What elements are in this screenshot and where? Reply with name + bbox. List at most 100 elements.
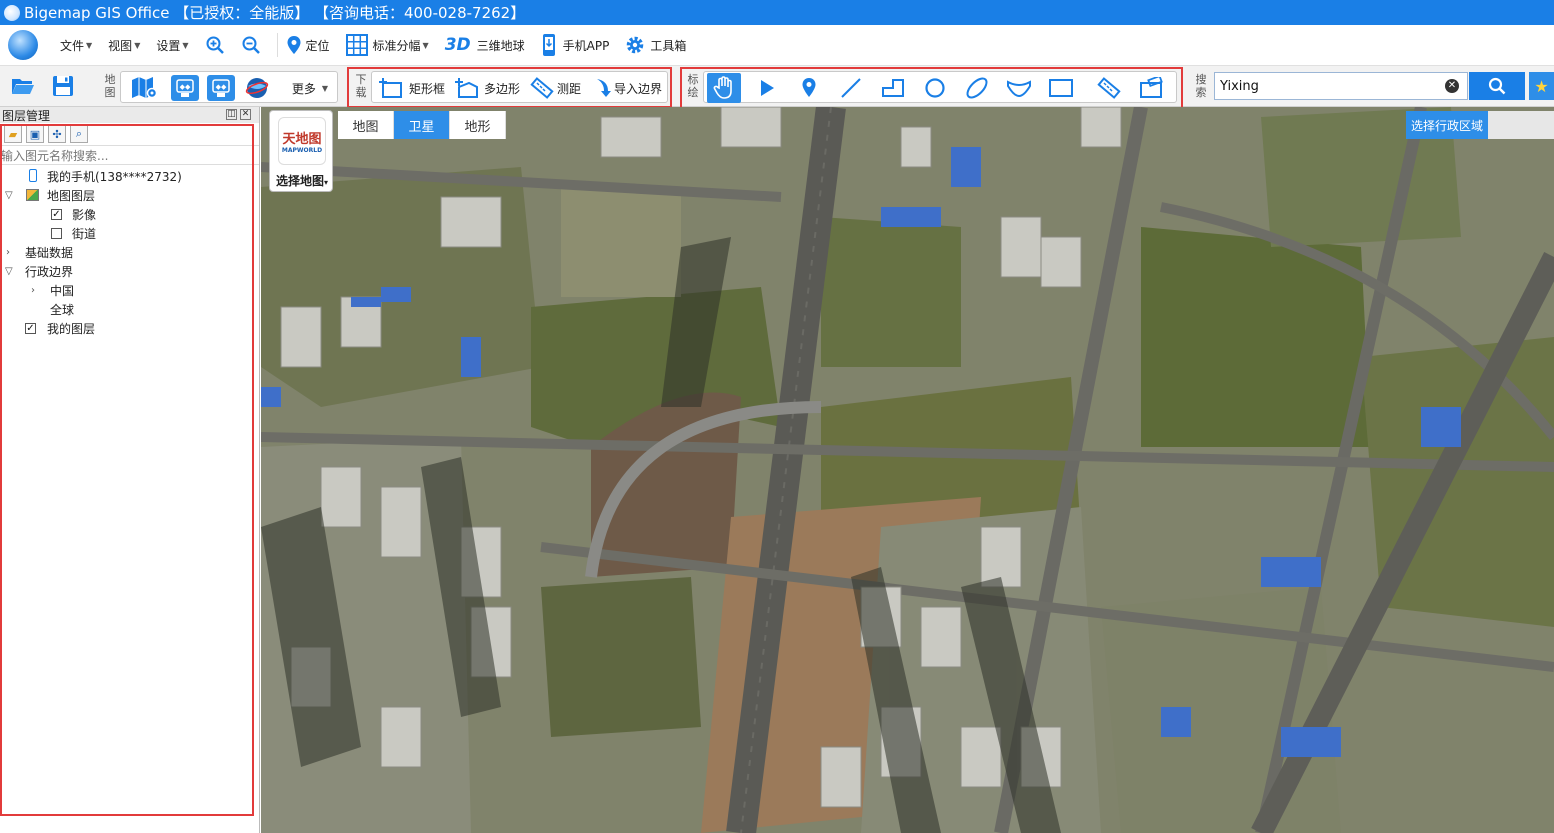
menu-bar: 文件 ▼ 视图 ▼ 设置 ▼ 定位 标准分幅 ▼ 3D 三维地球 手机APP 工具箱 (0, 25, 1554, 65)
measure-tool[interactable] (1092, 73, 1126, 103)
map-select-button[interactable] (129, 75, 159, 101)
select-region-button[interactable]: 选择行政区域 (1406, 111, 1488, 139)
locate-button[interactable]: 定位 (286, 35, 330, 55)
more-dropdown[interactable]: 更多 ▼ (285, 75, 335, 101)
chevron-down-icon[interactable]: ▽ (5, 266, 13, 277)
rect-download-button[interactable]: 矩形框 (378, 75, 445, 101)
search-icon (1488, 77, 1506, 95)
line-tool[interactable] (834, 73, 868, 103)
float-panel-icon[interactable]: ◫ (226, 109, 237, 120)
map-canvas[interactable] (261, 107, 1554, 833)
svg-text:◆◆: ◆◆ (216, 83, 227, 91)
gear-icon (627, 36, 644, 54)
globe-button[interactable] (243, 75, 271, 101)
location-pin-icon (287, 36, 301, 54)
tree-item-china[interactable]: › 中国 (0, 281, 259, 300)
pan-hand-tool[interactable] (707, 73, 741, 103)
chevron-down-icon[interactable]: ▽ (5, 190, 13, 201)
checkbox-checked[interactable]: ✓ (25, 323, 36, 334)
zoom-in-button[interactable] (205, 35, 225, 55)
save-button[interactable] (50, 74, 76, 98)
standard-grid-menu[interactable]: 标准分幅 ▼ (345, 34, 429, 56)
star-icon: ★ (1534, 76, 1549, 96)
polyline-icon (882, 79, 904, 97)
ellipse-icon (966, 77, 988, 99)
caret-down-icon: ▼ (422, 40, 429, 50)
checkbox-unchecked[interactable] (51, 228, 62, 239)
search-button[interactable] (1469, 72, 1525, 100)
import-boundary-button[interactable]: 导入边界 (594, 75, 662, 101)
tree-item-global[interactable]: 全球 (0, 300, 259, 319)
search-group-label: 搜索 (1195, 73, 1207, 99)
layer-panel: 图层管理 ◫ ✕ ▰ ▣ ✣ ⌕ 输入图元名称搜索... 我的手机(138***… (0, 107, 260, 833)
pointer-icon (761, 80, 774, 96)
tab-satellite[interactable]: 卫星 (394, 111, 450, 139)
window-title: Bigemap GIS Office 【已授权：全能版】 【咨询电话：400-0… (24, 4, 526, 22)
menu-file[interactable]: 文件 ▼ (60, 37, 92, 54)
area-measure-tool[interactable] (1134, 73, 1168, 103)
phone-icon (29, 169, 37, 182)
map-tools-group: ◆◆ ◆◆ 更多 ▼ (120, 71, 338, 103)
ruler-icon (1097, 77, 1121, 99)
tree-item-streets[interactable]: 街道 (0, 224, 259, 243)
zoom-out-button[interactable] (241, 35, 261, 55)
ruler-icon (530, 77, 554, 99)
layers-icon (26, 189, 39, 201)
toolbox-button[interactable]: 工具箱 (625, 35, 686, 55)
caret-down-icon: ▼ (86, 40, 93, 50)
chevron-right-icon[interactable]: › (6, 247, 10, 258)
draw-group-label: 标绘 (687, 73, 699, 99)
favorites-button[interactable]: ★ (1529, 72, 1554, 100)
layer-panel-header: 图层管理 ◫ ✕ (0, 107, 259, 123)
map-source-selector[interactable]: 天地图 MAPWORLD 选择地图▾ (269, 110, 333, 192)
rectangle-icon (1049, 79, 1073, 97)
measure-distance-button[interactable]: 测距 (530, 75, 581, 101)
tree-item-my-layers[interactable]: ✓ 我的图层 (0, 319, 259, 338)
tree-item-base-data[interactable]: › 基础数据 (0, 243, 259, 262)
separator (276, 33, 278, 57)
tile-package-button[interactable]: ◆◆ (171, 75, 199, 101)
open-folder-button[interactable] (10, 74, 36, 98)
tile-package-2-button[interactable]: ◆◆ (207, 75, 235, 101)
tree-item-map-layers[interactable]: ▽ 地图图层 (0, 186, 259, 205)
layer-tree: 我的手机(138****2732) ▽ 地图图层 ✓ 影像 街道 › 基础数据 … (0, 165, 259, 338)
app-logo-icon (4, 4, 20, 21)
tab-terrain[interactable]: 地形 (450, 111, 506, 139)
svg-text:◆◆: ◆◆ (180, 83, 191, 91)
polygon-download-button[interactable]: 多边形 (454, 75, 520, 101)
checkbox-checked[interactable]: ✓ (51, 209, 62, 220)
menu-settings[interactable]: 设置 ▼ (156, 37, 188, 54)
globe-3d-button[interactable]: 3D 三维地球 (445, 35, 525, 55)
select-pointer-tool[interactable] (750, 73, 784, 103)
layer-panel-title: 图层管理 (2, 108, 51, 123)
hand-icon (713, 76, 732, 99)
region-select-field[interactable] (1488, 111, 1554, 139)
close-icon[interactable]: ✕ (240, 109, 251, 120)
circle-icon (925, 78, 945, 98)
caret-down-icon: ▼ (134, 40, 141, 50)
tree-item-admin-boundary[interactable]: ▽ 行政边界 (0, 262, 259, 281)
circle-tool[interactable] (918, 73, 952, 103)
mobile-app-button[interactable]: 手机APP (541, 33, 609, 57)
drawing-tools-group (703, 71, 1177, 103)
marker-icon (802, 78, 816, 97)
curve-tool[interactable] (1002, 73, 1036, 103)
rectangle-tool[interactable] (1044, 73, 1078, 103)
package-icon: ◆◆ (212, 79, 230, 97)
line-icon (841, 78, 861, 98)
menu-view[interactable]: 视图 ▼ (108, 37, 140, 54)
tab-map[interactable]: 地图 (338, 111, 394, 139)
tree-item-imagery[interactable]: ✓ 影像 (0, 205, 259, 224)
chevron-right-icon[interactable]: › (31, 285, 35, 296)
zoom-in-icon (206, 36, 224, 54)
zoom-out-icon (242, 36, 260, 54)
download-group-label: 下载 (355, 73, 367, 99)
folder-open-icon (12, 79, 34, 94)
app-logo-icon[interactable] (8, 30, 38, 60)
tree-item-my-phone[interactable]: 我的手机(138****2732) (0, 167, 259, 186)
search-input[interactable]: Yixing ✕ (1214, 72, 1468, 100)
ellipse-tool[interactable] (960, 73, 994, 103)
clear-icon[interactable]: ✕ (1445, 79, 1459, 93)
polyline-tool[interactable] (876, 73, 910, 103)
marker-tool[interactable] (792, 73, 826, 103)
